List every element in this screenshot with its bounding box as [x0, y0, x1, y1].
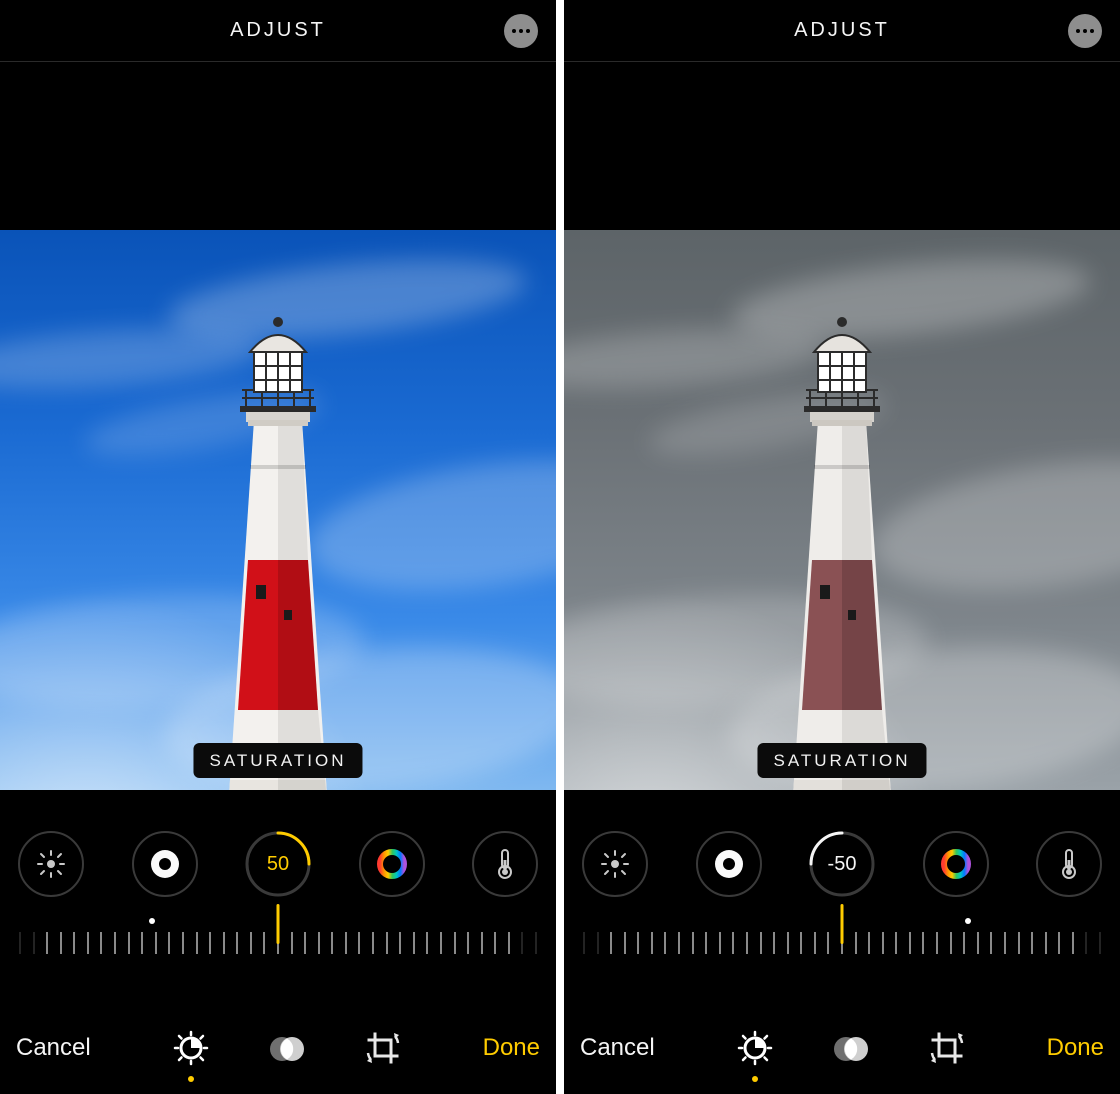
crop-tool[interactable] [927, 1028, 967, 1068]
adjust-icon [173, 1030, 209, 1066]
progress-ring-icon [245, 831, 311, 897]
vibrance-dial[interactable] [359, 831, 425, 897]
slider-pointer[interactable] [277, 904, 280, 944]
exposure-dial[interactable] [132, 831, 198, 897]
saturation-dial[interactable]: -50 [809, 831, 875, 897]
top-bar: ADJUST [564, 0, 1120, 62]
value-slider[interactable] [20, 918, 536, 980]
value-slider[interactable] [584, 918, 1100, 980]
brightness-dial[interactable] [582, 831, 648, 897]
adjustment-dials: 50 [0, 810, 556, 918]
exposure-icon [712, 847, 746, 881]
editor-screen-left: ADJUST [0, 0, 556, 1094]
thermometer-icon [496, 848, 514, 880]
done-button[interactable]: Done [1047, 1034, 1104, 1062]
bottom-bar: Cancel [0, 1002, 556, 1094]
bottom-bar: Cancel [564, 1002, 1120, 1094]
top-bar: ADJUST [0, 0, 556, 62]
filters-icon [832, 1031, 870, 1065]
filters-tool[interactable] [831, 1028, 871, 1068]
adjust-icon [737, 1030, 773, 1066]
vibrance-icon [941, 849, 971, 879]
photo-preview[interactable]: SATURATION [564, 230, 1120, 790]
slider-pointer[interactable] [841, 904, 844, 944]
adjust-tool[interactable] [171, 1028, 211, 1068]
cancel-button[interactable]: Cancel [16, 1034, 91, 1062]
done-button[interactable]: Done [483, 1034, 540, 1062]
exposure-dial[interactable] [696, 831, 762, 897]
screen-title: ADJUST [794, 19, 890, 42]
adjustment-dials: -50 [564, 810, 1120, 918]
lighthouse-graphic [692, 240, 992, 790]
cancel-button[interactable]: Cancel [580, 1034, 655, 1062]
saturation-dial[interactable]: 50 [245, 831, 311, 897]
filters-icon [268, 1031, 306, 1065]
adjustment-label: SATURATION [193, 743, 362, 778]
crop-tool[interactable] [363, 1028, 403, 1068]
active-indicator-dot [188, 1076, 194, 1082]
crop-rotate-icon [929, 1030, 965, 1066]
adjust-tool[interactable] [735, 1028, 775, 1068]
vibrance-icon [377, 849, 407, 879]
origin-marker [149, 918, 155, 924]
photo-preview[interactable]: SATURATION [0, 230, 556, 790]
brightness-dial[interactable] [18, 831, 84, 897]
warmth-dial[interactable] [1036, 831, 1102, 897]
more-button[interactable] [1068, 14, 1102, 48]
brightness-icon [600, 849, 630, 879]
brightness-icon [36, 849, 66, 879]
vibrance-dial[interactable] [923, 831, 989, 897]
thermometer-icon [1060, 848, 1078, 880]
progress-ring-icon [809, 831, 875, 897]
filters-tool[interactable] [267, 1028, 307, 1068]
exposure-icon [148, 847, 182, 881]
screen-title: ADJUST [230, 19, 326, 42]
warmth-dial[interactable] [472, 831, 538, 897]
editor-screen-right: ADJUST [564, 0, 1120, 1094]
active-indicator-dot [752, 1076, 758, 1082]
lighthouse-graphic [128, 240, 428, 790]
more-button[interactable] [504, 14, 538, 48]
crop-rotate-icon [365, 1030, 401, 1066]
adjustment-label: SATURATION [757, 743, 926, 778]
origin-marker [965, 918, 971, 924]
